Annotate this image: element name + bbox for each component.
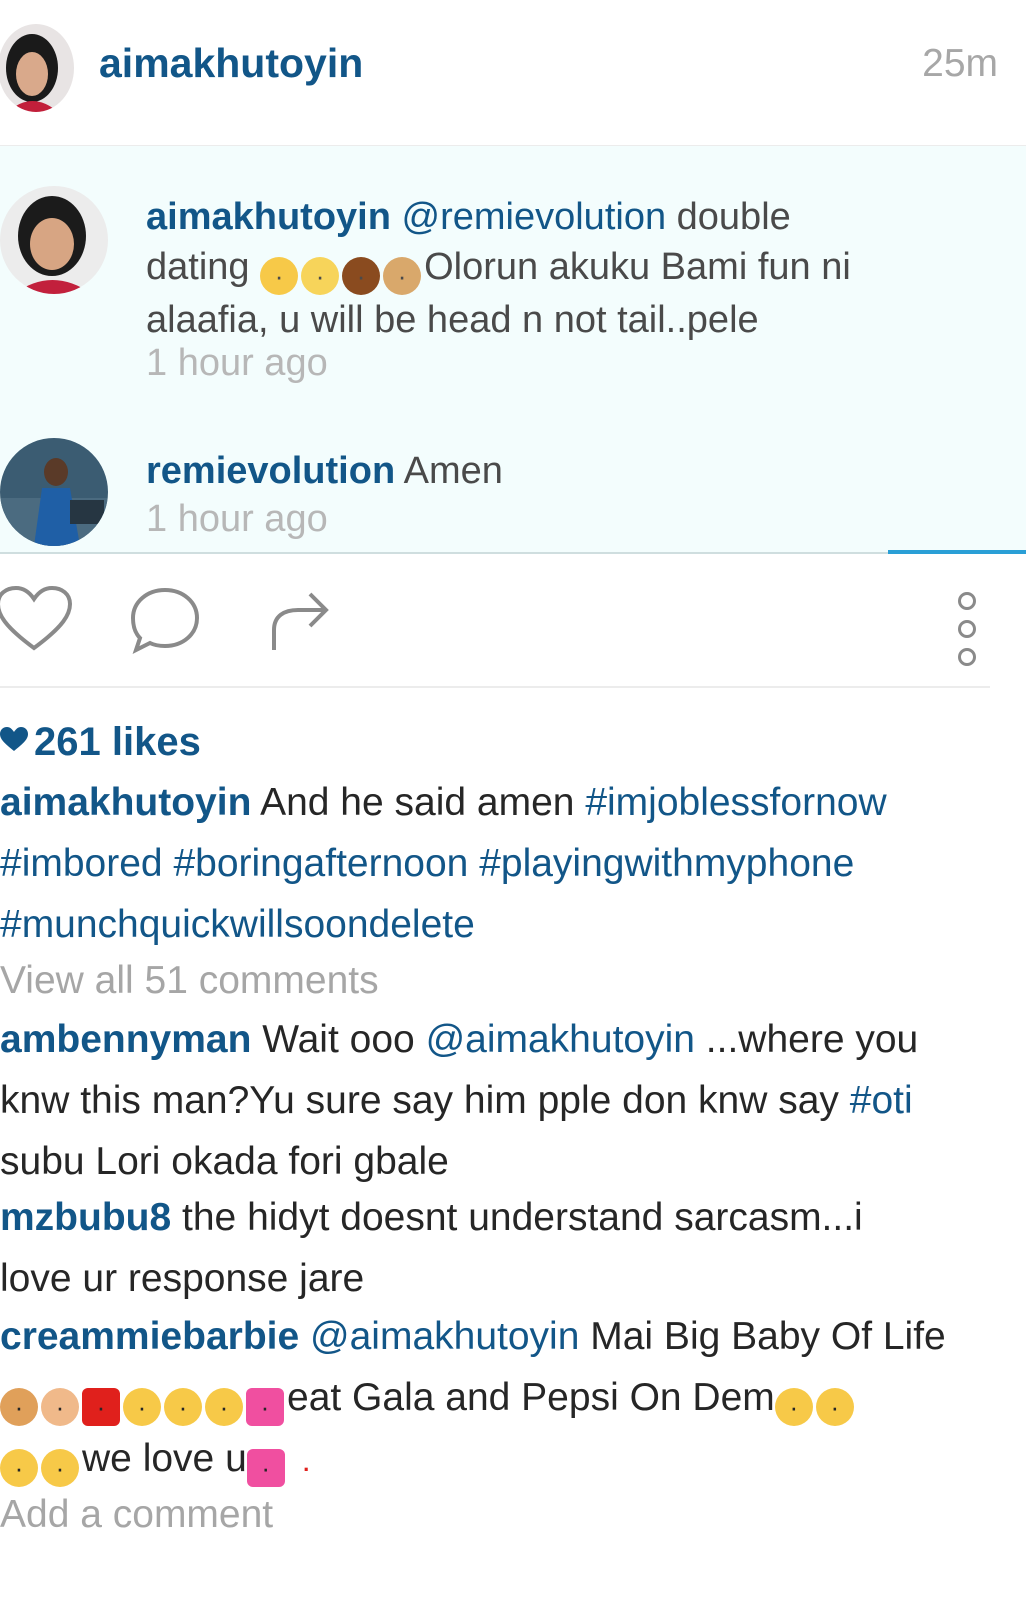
heart-icon xyxy=(0,585,73,651)
comment: creammiebarbie @aimakhutoyin Mai Big Bab… xyxy=(0,1306,1000,1489)
comment: mzbubu8 the hidyt doesnt understand sarc… xyxy=(0,1187,1000,1309)
post-header: aimakhutoyin 25m xyxy=(0,0,1026,147)
heart-eyes-emoji-icon: · xyxy=(123,1388,161,1426)
comment-username[interactable]: mzbubu8 xyxy=(0,1196,171,1239)
crying-emoji-icon: · xyxy=(260,257,299,295)
view-all-comments-link[interactable]: View all 51 comments xyxy=(0,950,1000,1011)
comment-text: Olorun akuku Bami fun ni xyxy=(424,246,851,288)
share-button[interactable] xyxy=(268,584,332,661)
add-comment-input[interactable]: Add a comment xyxy=(0,1484,1000,1545)
post-time: 25m xyxy=(922,42,998,85)
comment-username[interactable]: aimakhutoyin xyxy=(146,196,391,238)
embedded-comment-text: remievolution Amen xyxy=(146,446,986,496)
comment-text: dating xyxy=(146,246,250,288)
hashtag[interactable]: #munchquickwillsoondelete xyxy=(0,903,475,946)
tongue-emoji-icon: · xyxy=(774,1388,813,1426)
hashtag[interactable]: #imjoblessfornow xyxy=(585,781,886,824)
comment-username[interactable]: remievolution xyxy=(146,450,395,492)
hashtag[interactable]: #playingwithmyphone xyxy=(479,842,854,885)
post-username[interactable]: aimakhutoyin xyxy=(99,40,363,87)
share-icon xyxy=(272,592,329,650)
comment-mention[interactable]: @aimakhutoyin xyxy=(426,1018,695,1061)
avatar[interactable] xyxy=(0,24,74,112)
comment-text: Wait ooo xyxy=(262,1018,415,1061)
divider xyxy=(0,686,990,688)
sparkling-heart-emoji-icon: · xyxy=(246,1388,284,1426)
monkey-emoji-icon: · xyxy=(383,257,422,295)
divider xyxy=(0,552,1026,554)
tears-of-joy-emoji-icon: · xyxy=(0,1449,38,1487)
comment-button[interactable] xyxy=(128,584,202,661)
action-bar xyxy=(0,556,1026,688)
person-emoji-icon: · xyxy=(41,1388,79,1426)
caption-username[interactable]: aimakhutoyin xyxy=(0,781,251,824)
embedded-comment-text: aimakhutoyin @remievolution double datin… xyxy=(146,192,986,345)
comment-icon xyxy=(130,587,200,654)
comment-text: Mai Big Baby Of Life xyxy=(590,1315,946,1358)
tears-of-joy-emoji-icon: · xyxy=(41,1449,79,1487)
comment-text: knw this man?Yu sure say him pple don kn… xyxy=(0,1079,839,1122)
comment-text: ...where you xyxy=(705,1018,919,1061)
fist-emoji-icon: · xyxy=(0,1388,38,1426)
likes-text: 261 likes xyxy=(34,720,201,764)
comment-mention[interactable]: @aimakhutoyin xyxy=(310,1315,579,1358)
comment-time: 1 hour ago xyxy=(146,342,328,384)
progress-indicator xyxy=(888,550,1026,554)
girl-emoji-icon: · xyxy=(342,257,381,295)
comment: ambennyman Wait ooo @aimakhutoyin ...whe… xyxy=(0,1009,1000,1192)
red-heart-emoji-icon: · xyxy=(82,1388,120,1426)
heart-icon xyxy=(0,727,28,751)
caption-text: And he said amen xyxy=(260,781,575,824)
hashtag[interactable]: #boringafternoon xyxy=(173,842,468,885)
comment-time: 1 hour ago xyxy=(146,498,328,540)
comment-text: the hidyt doesnt understand sarcasm...i xyxy=(182,1196,863,1239)
hashtag[interactable]: #imbored xyxy=(0,842,163,885)
comment-text: eat Gala and Pepsi On Dem xyxy=(287,1376,775,1419)
comment-mention[interactable]: @remievolution xyxy=(402,196,667,238)
like-button[interactable] xyxy=(0,584,74,659)
hashtag[interactable]: #oti xyxy=(850,1079,913,1122)
avatar xyxy=(0,186,108,294)
comment-text: Amen xyxy=(403,450,503,492)
sparkling-heart-emoji-icon: · xyxy=(246,1449,285,1487)
post-image: aimakhutoyin @remievolution double datin… xyxy=(0,146,1026,554)
avatar xyxy=(0,438,108,546)
comment-text: alaafia, u will be head n not tail..pele xyxy=(146,299,759,341)
comment-username[interactable]: ambennyman xyxy=(0,1018,251,1061)
comment-text: subu Lori okada fori gbale xyxy=(0,1140,449,1183)
likes-count[interactable]: 261 likes xyxy=(0,720,201,765)
comment-text: double xyxy=(676,196,791,238)
more-icon[interactable] xyxy=(958,592,978,676)
heart-eyes-emoji-icon: · xyxy=(205,1388,243,1426)
heart-eyes-emoji-icon: · xyxy=(164,1388,202,1426)
comment-text: love ur response jare xyxy=(0,1257,365,1300)
caption: aimakhutoyin And he said amen #imjobless… xyxy=(0,772,1000,955)
comment-text: we love u xyxy=(82,1437,247,1480)
comment-username[interactable]: creammiebarbie xyxy=(0,1315,299,1358)
relieved-emoji-icon: · xyxy=(301,257,340,295)
savoring-emoji-icon: · xyxy=(815,1388,854,1426)
